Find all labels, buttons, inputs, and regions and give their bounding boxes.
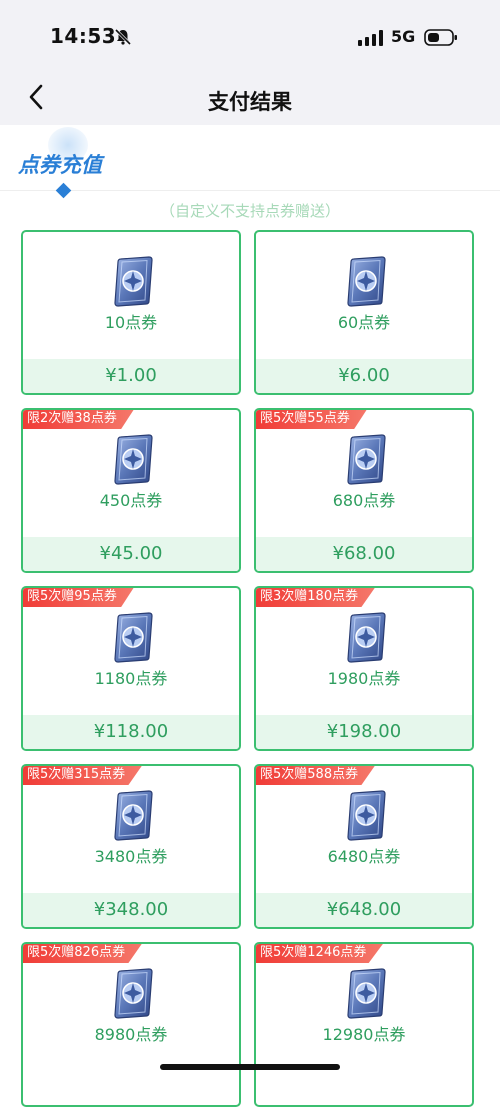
package-amount: 1980点券 (327, 669, 401, 688)
package-price: ¥1.00 (23, 359, 239, 393)
header-area: 14:53 5G 支付结果 (0, 0, 500, 125)
coupon-card-icon (347, 256, 386, 307)
promo-badge: 限5次赠95点券 (23, 588, 135, 607)
coupon-card-icon (347, 968, 386, 1019)
package-amount: 450点券 (99, 491, 163, 510)
custom-note: （自定义不支持点券赠送） (159, 202, 340, 220)
promo-badge: 限5次赠826点券 (23, 944, 144, 963)
package-amount: 12980点券 (322, 1025, 406, 1044)
package-price: ¥648.00 (256, 893, 472, 927)
package-card[interactable]: 限5次赠315点券 3480点券 ¥348.00 (21, 764, 241, 929)
package-card[interactable]: 限3次赠180点券 1980点券 ¥198.00 (254, 586, 474, 751)
coupon-card-icon (347, 612, 386, 663)
coupon-card-icon (114, 612, 153, 663)
package-amount: 60点券 (337, 313, 391, 332)
package-card[interactable]: 限2次赠38点券 450点券 ¥45.00 (21, 408, 241, 573)
package-price: ¥45.00 (23, 537, 239, 571)
coupon-card-icon (114, 968, 153, 1019)
signal-icon (358, 30, 383, 46)
home-indicator (160, 1064, 340, 1070)
tab-active-indicator (55, 182, 72, 199)
status-bar: 14:53 5G (0, 0, 500, 72)
network-type: 5G (391, 27, 416, 46)
package-amount: 6480点券 (327, 847, 401, 866)
package-price: ¥198.00 (256, 715, 472, 749)
promo-badge: 限2次赠38点券 (23, 410, 135, 429)
package-amount: 10点券 (104, 313, 158, 332)
tab-bar: 点券充值 (0, 125, 500, 199)
promo-badge: 限5次赠315点券 (23, 766, 144, 785)
mute-bell-icon (114, 28, 132, 46)
package-price: ¥118.00 (23, 715, 239, 749)
coupon-card-icon (114, 434, 153, 485)
coupon-card-icon (114, 790, 153, 841)
package-card[interactable]: 限5次赠55点券 680点券 ¥68.00 (254, 408, 474, 573)
battery-icon (424, 29, 457, 46)
nav-bar: 支付结果 (0, 72, 500, 125)
package-amount: 1180点券 (94, 669, 168, 688)
promo-badge: 限5次赠55点券 (256, 410, 368, 429)
package-card[interactable]: 限5次赠95点券 1180点券 ¥118.00 (21, 586, 241, 751)
coupon-card-icon (347, 434, 386, 485)
tab-coupon-recharge[interactable]: 点券充值 (18, 149, 102, 179)
package-price: ¥348.00 (23, 893, 239, 927)
package-price: ¥6.00 (256, 359, 472, 393)
promo-badge: 限3次赠180点券 (256, 588, 377, 607)
package-card[interactable]: 10点券 ¥1.00 (21, 230, 241, 395)
promo-badge: 限5次赠588点券 (256, 766, 377, 785)
package-card[interactable]: 限5次赠1246点券 12980点券 (254, 942, 474, 1107)
promo-badge: 限5次赠1246点券 (256, 944, 385, 963)
page-title: 支付结果 (208, 90, 292, 114)
coupon-card-icon (347, 790, 386, 841)
package-card[interactable]: 限5次赠588点券 6480点券 ¥648.00 (254, 764, 474, 929)
status-time: 14:53 (50, 24, 117, 48)
package-card[interactable]: 60点券 ¥6.00 (254, 230, 474, 395)
package-amount: 680点券 (332, 491, 396, 510)
package-amount: 3480点券 (94, 847, 168, 866)
package-price: ¥68.00 (256, 537, 472, 571)
package-card[interactable]: 限5次赠826点券 8980点券 (21, 942, 241, 1107)
coupon-card-icon (114, 256, 153, 307)
package-amount: 8980点券 (94, 1025, 168, 1044)
